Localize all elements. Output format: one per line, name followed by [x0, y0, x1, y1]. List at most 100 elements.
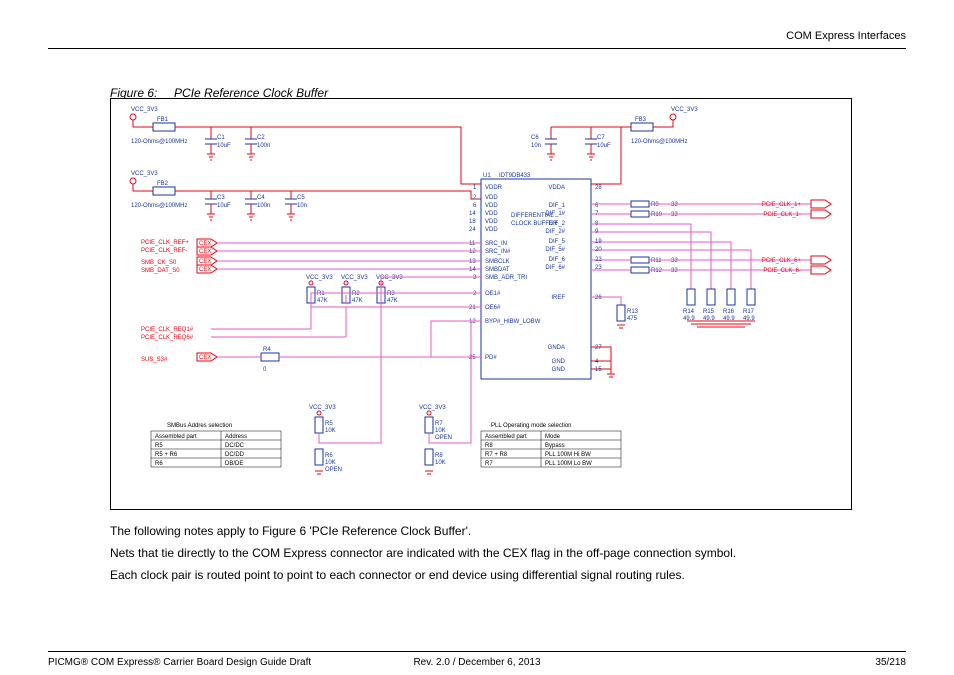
- section-header: COM Express Interfaces: [786, 30, 906, 42]
- svg-text:PCIE_CLK_REF-: PCIE_CLK_REF-: [141, 248, 187, 254]
- fb3-ref: FB3: [635, 117, 647, 123]
- svg-text:SMBus Addres selection: SMBus Addres selection: [167, 423, 232, 429]
- svg-text:DB/DE: DB/DE: [225, 461, 243, 467]
- svg-text:VDD: VDD: [485, 227, 498, 233]
- c4-val: 100n: [257, 203, 270, 209]
- c7-ref: C7: [597, 135, 605, 141]
- svg-text:DIF_6: DIF_6: [549, 257, 566, 263]
- svg-text:DIF_6#: DIF_6#: [545, 265, 565, 271]
- ic-pins-left: VDDR1 VDD2 VDD6 VDD14 VDD18 VDD24 SRC_IN…: [469, 185, 541, 361]
- svg-text:18: 18: [469, 219, 476, 225]
- schematic-diagram: VCC_3V3 VCC_3V3 VCC_3V3 FB1 120-Ohms@100…: [110, 98, 852, 510]
- svg-text:DC/DD: DC/DD: [225, 452, 245, 458]
- svg-text:R6: R6: [155, 461, 163, 467]
- svg-text:12: 12: [469, 249, 476, 255]
- svg-text:VDD: VDD: [485, 219, 498, 225]
- svg-text:R4: R4: [263, 347, 271, 353]
- svg-text:SRC_IN#: SRC_IN#: [485, 249, 511, 255]
- svg-text:R8: R8: [435, 453, 443, 459]
- svg-text:R17: R17: [743, 309, 755, 315]
- c4-ref: C4: [257, 195, 265, 201]
- svg-text:SMB_CK_S0: SMB_CK_S0: [141, 260, 177, 266]
- rail-vcc-tl: VCC_3V3: [131, 107, 158, 113]
- c3-ref: C3: [217, 195, 225, 201]
- svg-text:10K: 10K: [435, 460, 446, 466]
- footer-rule: [48, 651, 906, 652]
- svg-text:CEX: CEX: [199, 259, 211, 265]
- svg-text:IREF: IREF: [551, 295, 565, 301]
- svg-text:DIF_5: DIF_5: [549, 239, 566, 245]
- svg-text:DIF_2: DIF_2: [549, 221, 566, 227]
- svg-text:R6: R6: [325, 453, 333, 459]
- svg-text:Bypass: Bypass: [545, 443, 565, 449]
- svg-text:DIF_1: DIF_1: [549, 203, 566, 209]
- c6-val: 10n: [531, 143, 541, 149]
- svg-text:DIF_5#: DIF_5#: [545, 247, 565, 253]
- svg-text:Assembled part: Assembled part: [155, 434, 197, 440]
- svg-text:OE1#: OE1#: [485, 291, 501, 297]
- svg-text:25: 25: [469, 355, 476, 361]
- svg-text:R7 + R8: R7 + R8: [485, 452, 508, 458]
- svg-text:14: 14: [469, 211, 476, 217]
- svg-text:PCIE_CLK_1+: PCIE_CLK_1+: [762, 202, 802, 208]
- svg-text:33: 33: [671, 268, 678, 274]
- note-1: The following notes apply to Figure 6 'P…: [110, 522, 906, 541]
- svg-text:R16: R16: [723, 309, 735, 315]
- svg-text:PCIE_CLK_REF+: PCIE_CLK_REF+: [141, 240, 189, 246]
- svg-text:33: 33: [671, 258, 678, 264]
- svg-text:VDDR: VDDR: [485, 185, 503, 191]
- footer-mid: Rev. 2.0 / December 6, 2013: [413, 657, 540, 668]
- ic-part: IDT9DB433: [499, 173, 531, 179]
- svg-text:12: 12: [469, 319, 476, 325]
- svg-text:R10: R10: [651, 212, 663, 218]
- svg-text:2: 2: [473, 195, 477, 201]
- rail-vcc-ml: VCC_3V3: [131, 171, 158, 177]
- footer-right: 35/218: [875, 657, 906, 668]
- left-nets: PCIE_CLK_REF+ PCIE_CLK_REF- CEX CEX SMB_…: [141, 239, 481, 373]
- svg-text:27: 27: [595, 345, 602, 351]
- svg-text:DIF_1#: DIF_1#: [545, 211, 565, 217]
- rail-vcc-r56: VCC_3V3: [309, 405, 336, 411]
- svg-text:R7: R7: [435, 421, 443, 427]
- ic-ref: U1: [483, 173, 491, 179]
- svg-text:PCIE_CLK_6+: PCIE_CLK_6+: [762, 258, 802, 264]
- rail-vcc-r78: VCC_3V3: [419, 405, 446, 411]
- svg-text:3: 3: [473, 275, 477, 281]
- svg-text:0: 0: [263, 367, 267, 373]
- svg-text:SMB_ADR_TRI: SMB_ADR_TRI: [485, 275, 527, 281]
- svg-text:28: 28: [595, 185, 602, 191]
- svg-text:R7: R7: [485, 461, 493, 467]
- svg-text:21: 21: [469, 305, 476, 311]
- svg-text:47K: 47K: [352, 298, 363, 304]
- header-rule: [48, 48, 906, 49]
- svg-text:BYP#_HIBW_LOBW: BYP#_HIBW_LOBW: [485, 319, 541, 325]
- svg-text:PCIE_CLK_REQ6#: PCIE_CLK_REQ6#: [141, 335, 194, 341]
- svg-text:10K: 10K: [325, 460, 336, 466]
- page: COM Express Interfaces Figure 6: PCIe Re…: [0, 0, 954, 675]
- svg-text:OPEN: OPEN: [325, 467, 342, 473]
- svg-text:GNDA: GNDA: [548, 345, 565, 351]
- svg-text:14: 14: [469, 267, 476, 273]
- note-3: Each clock pair is routed point to point…: [110, 566, 906, 585]
- svg-text:475: 475: [627, 316, 638, 322]
- fb3-spec: 120-Ohms@100MHz: [631, 139, 687, 145]
- svg-text:1: 1: [473, 185, 477, 191]
- c3-val: 10uF: [217, 203, 231, 209]
- fb1-ref: FB1: [157, 117, 169, 123]
- svg-text:VDD: VDD: [485, 195, 498, 201]
- svg-text:PD#: PD#: [485, 355, 497, 361]
- svg-text:SRC_IN: SRC_IN: [485, 241, 507, 247]
- svg-text:SMBDAT: SMBDAT: [485, 267, 510, 273]
- svg-text:PCIE_CLK_6-: PCIE_CLK_6-: [763, 268, 801, 274]
- svg-text:11: 11: [469, 241, 476, 247]
- svg-text:Mode: Mode: [545, 434, 561, 440]
- svg-text:VCC_3V3: VCC_3V3: [306, 275, 333, 281]
- svg-text:VDD: VDD: [485, 211, 498, 217]
- svg-text:R15: R15: [703, 309, 715, 315]
- svg-text:CEX: CEX: [199, 267, 211, 273]
- fb1-spec: 120-Ohms@100MHz: [131, 139, 187, 145]
- svg-text:R5 + R6: R5 + R6: [155, 452, 178, 458]
- svg-text:SMBCLK: SMBCLK: [485, 259, 510, 265]
- svg-text:SUS_S3#: SUS_S3#: [141, 357, 168, 363]
- svg-text:R13: R13: [627, 309, 639, 315]
